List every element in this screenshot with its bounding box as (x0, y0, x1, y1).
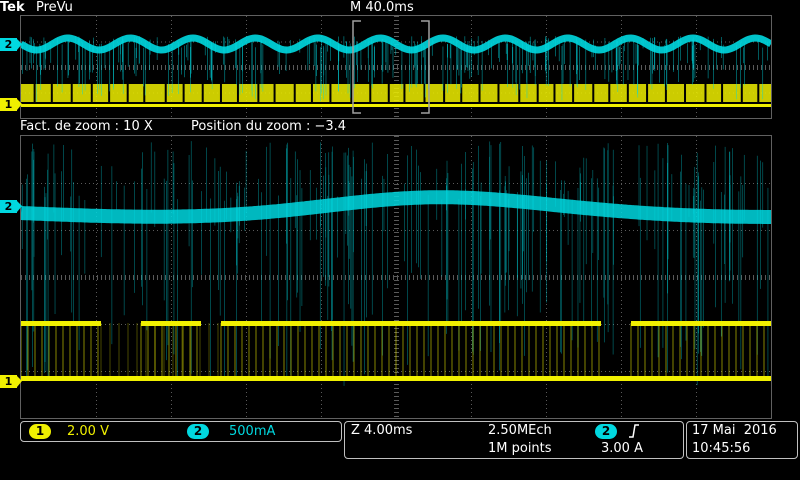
ch1-overview-gap (293, 84, 296, 102)
ch1-overview-gap (219, 84, 222, 102)
ch1-overview-gap (740, 84, 743, 102)
ch1-overview-gap (608, 84, 611, 102)
ch1-overview-baseline (21, 104, 771, 107)
zoom-timebase: Z 4.00ms (351, 423, 413, 438)
graticule (21, 136, 770, 417)
ch1-overview-gap (257, 84, 260, 102)
ch1-overview-gap (164, 84, 167, 102)
ch2-badge[interactable]: 2 (187, 424, 209, 439)
ch1-overview-gap (646, 84, 649, 102)
acquisition-mode: PreVu (36, 0, 73, 15)
ch1-overview-gap (721, 84, 724, 102)
ch1-overview-gap (90, 84, 93, 102)
ch1-badge[interactable]: 1 (29, 424, 51, 439)
zoom-factor: Fact. de zoom : 10 X (20, 119, 153, 134)
ch1-overview-gap (626, 84, 629, 102)
ch1-overview-gap (182, 84, 185, 102)
zoom-waveform-display[interactable] (20, 135, 772, 419)
ch1-overview-gap (403, 84, 406, 102)
ch2-overview-marker[interactable]: 2 (0, 38, 22, 51)
ch1-overview-gap (369, 84, 372, 102)
overview-waveform-display[interactable] (20, 15, 772, 119)
ch1-overview-gap (553, 84, 556, 102)
ch1-overview-gap (704, 84, 707, 102)
ch1-zoom-high (221, 321, 601, 326)
channel-scale-panel[interactable]: 1 2.00 V 2 500mA (20, 421, 342, 442)
ch1-overview-gap (273, 84, 276, 102)
ch1-scale[interactable]: 2.00 V (67, 424, 109, 440)
sample-rate: 2.50MEch (488, 423, 552, 438)
ch1-zoom-high (141, 321, 201, 326)
overview-plot (21, 16, 771, 117)
rising-edge-icon (627, 423, 641, 439)
ch1-overview-gap (592, 84, 595, 102)
record-length: 1M points (488, 441, 552, 456)
ch1-overview-gap (684, 84, 687, 102)
zoom-info: Fact. de zoom : 10 X Position du zoom : … (20, 119, 346, 135)
ch1-overview-gap (33, 84, 36, 102)
trigger-channel-badge[interactable]: 2 (595, 424, 617, 439)
ch1-overview-band (21, 84, 771, 102)
ch1-overview-gap (536, 84, 539, 102)
ch1-overview-gap (387, 84, 390, 102)
ch1-overview-gap (70, 84, 73, 102)
ch1-overview-gap (201, 84, 204, 102)
ch1-zoom-marker[interactable]: 1 (0, 375, 22, 388)
ch1-overview-gap (443, 84, 446, 102)
ch1-overview-gap (329, 84, 332, 102)
datetime-panel: 17 Mai 2016 10:45:56 (686, 421, 798, 459)
ch1-overview-gap (497, 84, 500, 102)
ch1-overview-gap (572, 84, 575, 102)
ch2-zoom-marker[interactable]: 2 (0, 200, 22, 213)
acquisition-panel[interactable]: Z 4.00ms 2.50MEch 1M points 2 3.00 A (344, 421, 684, 459)
ch1-overview-gap (236, 84, 239, 102)
ch1-overview-gap (50, 84, 53, 102)
ch2-scale[interactable]: 500mA (229, 424, 275, 440)
ch1-overview-gap (126, 84, 129, 102)
zoom-plot (21, 136, 771, 417)
ch1-overview-gap (757, 84, 760, 102)
time: 10:45:56 (692, 441, 751, 456)
ch2-zoom-trace (21, 190, 771, 224)
ch1-overview-gap (310, 84, 313, 102)
main-timebase: M 40.0ms (350, 0, 414, 15)
zoom-position: Position du zoom : −3.4 (191, 119, 347, 134)
ch1-overview-marker[interactable]: 1 (0, 98, 22, 111)
ch1-overview-gap (350, 84, 353, 102)
trigger-level: 3.00 A (601, 441, 643, 456)
ch1-zoom-high (21, 321, 101, 326)
ch1-overview-gap (478, 84, 481, 102)
brand-logo: Tek (0, 0, 25, 15)
date: 17 Mai 2016 (692, 423, 777, 438)
